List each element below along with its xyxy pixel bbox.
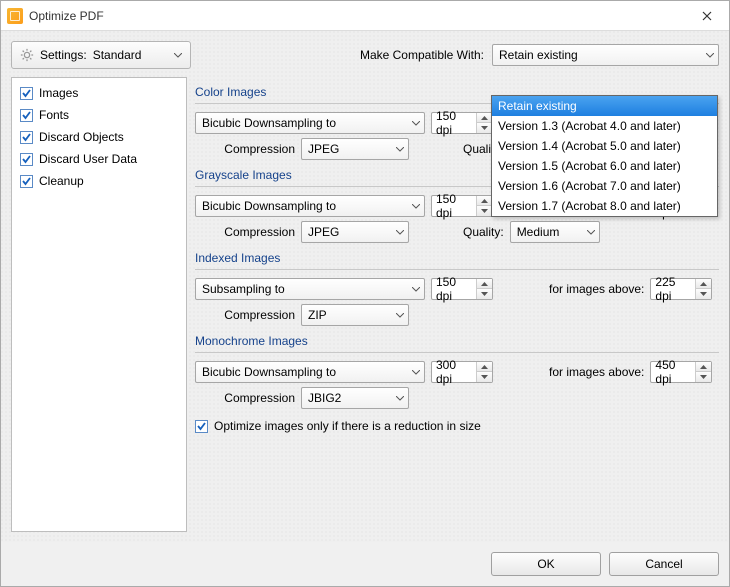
gray-downsample-mode[interactable]: Bicubic Downsampling to [195, 195, 425, 217]
spin-down[interactable] [477, 372, 492, 382]
for-above-label: for images above: [549, 365, 644, 379]
sidebar-item-label: Fonts [39, 108, 69, 122]
window-title: Optimize PDF [29, 9, 687, 23]
spin-up[interactable] [477, 362, 492, 372]
chevron-down-icon [587, 230, 595, 235]
checkbox[interactable] [20, 175, 33, 188]
section-mono-header: Monochrome Images [195, 330, 719, 353]
mono-downsample-mode[interactable]: Bicubic Downsampling to [195, 361, 425, 383]
dialog-footer: OK Cancel [1, 542, 729, 586]
chevron-down-icon [396, 230, 404, 235]
settings-value: Standard [93, 48, 142, 62]
compression-label: Compression [195, 391, 295, 405]
cancel-button[interactable]: Cancel [609, 552, 719, 576]
gray-compression[interactable]: JPEG [301, 221, 409, 243]
sidebar-item-fonts[interactable]: Fonts [12, 104, 186, 126]
sidebar-item-cleanup[interactable]: Cleanup [12, 170, 186, 192]
color-compression[interactable]: JPEG [301, 138, 409, 160]
mono-compression[interactable]: JBIG2 [301, 387, 409, 409]
for-above-label: for images above: [549, 282, 644, 296]
spin-down[interactable] [477, 206, 492, 216]
sidebar-item-images[interactable]: Images [12, 82, 186, 104]
chevron-down-icon [412, 204, 420, 209]
indexed-dpi-spinner[interactable]: 150 dpi [431, 278, 493, 300]
gear-icon [20, 48, 34, 62]
compat-dropdown-list[interactable]: Retain existing Version 1.3 (Acrobat 4.0… [491, 95, 718, 217]
checkbox[interactable] [20, 131, 33, 144]
compat-option[interactable]: Retain existing [492, 96, 717, 116]
titlebar: Optimize PDF [1, 1, 729, 31]
spin-down[interactable] [477, 289, 492, 299]
close-icon [702, 11, 712, 21]
settings-dropdown[interactable]: Settings: Standard [11, 41, 191, 69]
optimize-only-label: Optimize images only if there is a reduc… [214, 419, 481, 433]
compat-option[interactable]: Version 1.4 (Acrobat 5.0 and later) [492, 136, 717, 156]
sidebar-item-discard-user-data[interactable]: Discard User Data [12, 148, 186, 170]
top-row: Settings: Standard Make Compatible With:… [11, 41, 719, 69]
ok-button[interactable]: OK [491, 552, 601, 576]
sidebar-item-discard-objects[interactable]: Discard Objects [12, 126, 186, 148]
chevron-down-icon [396, 147, 404, 152]
mono-dpi-spinner[interactable]: 300 dpi [431, 361, 493, 383]
spin-down[interactable] [477, 123, 492, 133]
optimize-pdf-dialog: Optimize PDF Settings: Standard Make Com… [0, 0, 730, 587]
quality-label: Quality: [463, 225, 504, 239]
optimize-only-row[interactable]: Optimize images only if there is a reduc… [195, 419, 719, 433]
checkbox[interactable] [20, 109, 33, 122]
indexed-above-spinner[interactable]: 225 dpi [650, 278, 712, 300]
checkbox[interactable] [20, 153, 33, 166]
color-downsample-mode[interactable]: Bicubic Downsampling to [195, 112, 425, 134]
compat-option[interactable]: Version 1.3 (Acrobat 4.0 and later) [492, 116, 717, 136]
compression-label: Compression [195, 142, 295, 156]
spin-up[interactable] [696, 279, 711, 289]
compression-label: Compression [195, 225, 295, 239]
section-indexed-header: Indexed Images [195, 247, 719, 270]
chevron-down-icon [396, 396, 404, 401]
sidebar-item-label: Images [39, 86, 78, 100]
color-dpi-spinner[interactable]: 150 dpi [431, 112, 493, 134]
mono-above-spinner[interactable]: 450 dpi [650, 361, 712, 383]
compat-option[interactable]: Version 1.7 (Acrobat 8.0 and later) [492, 196, 717, 216]
spin-down[interactable] [696, 372, 711, 382]
category-sidebar: Images Fonts Discard Objects Discard Use… [11, 77, 187, 532]
spin-up[interactable] [696, 362, 711, 372]
compat-option[interactable]: Version 1.5 (Acrobat 6.0 and later) [492, 156, 717, 176]
settings-label: Settings: [40, 48, 87, 62]
indexed-downsample-mode[interactable]: Subsampling to [195, 278, 425, 300]
spin-up[interactable] [477, 279, 492, 289]
spin-up[interactable] [477, 113, 492, 123]
app-icon [7, 8, 23, 24]
compat-value: Retain existing [499, 48, 702, 62]
chevron-down-icon [706, 53, 714, 58]
spin-up[interactable] [477, 196, 492, 206]
gray-dpi-spinner[interactable]: 150 dpi [431, 195, 493, 217]
compat-label: Make Compatible With: [360, 48, 484, 62]
chevron-down-icon [396, 313, 404, 318]
dialog-body: Settings: Standard Make Compatible With:… [1, 31, 729, 542]
chevron-down-icon [174, 53, 182, 58]
chevron-down-icon [412, 370, 420, 375]
compat-option[interactable]: Version 1.6 (Acrobat 7.0 and later) [492, 176, 717, 196]
close-button[interactable] [687, 2, 727, 30]
sidebar-item-label: Discard User Data [39, 152, 137, 166]
compression-label: Compression [195, 308, 295, 322]
gray-quality[interactable]: Medium [510, 221, 600, 243]
chevron-down-icon [412, 287, 420, 292]
sidebar-item-label: Discard Objects [39, 130, 124, 144]
sidebar-item-label: Cleanup [39, 174, 84, 188]
spin-down[interactable] [696, 289, 711, 299]
indexed-compression[interactable]: ZIP [301, 304, 409, 326]
checkbox[interactable] [20, 87, 33, 100]
chevron-down-icon [412, 121, 420, 126]
compat-dropdown[interactable]: Retain existing [492, 44, 719, 66]
checkbox[interactable] [195, 420, 208, 433]
